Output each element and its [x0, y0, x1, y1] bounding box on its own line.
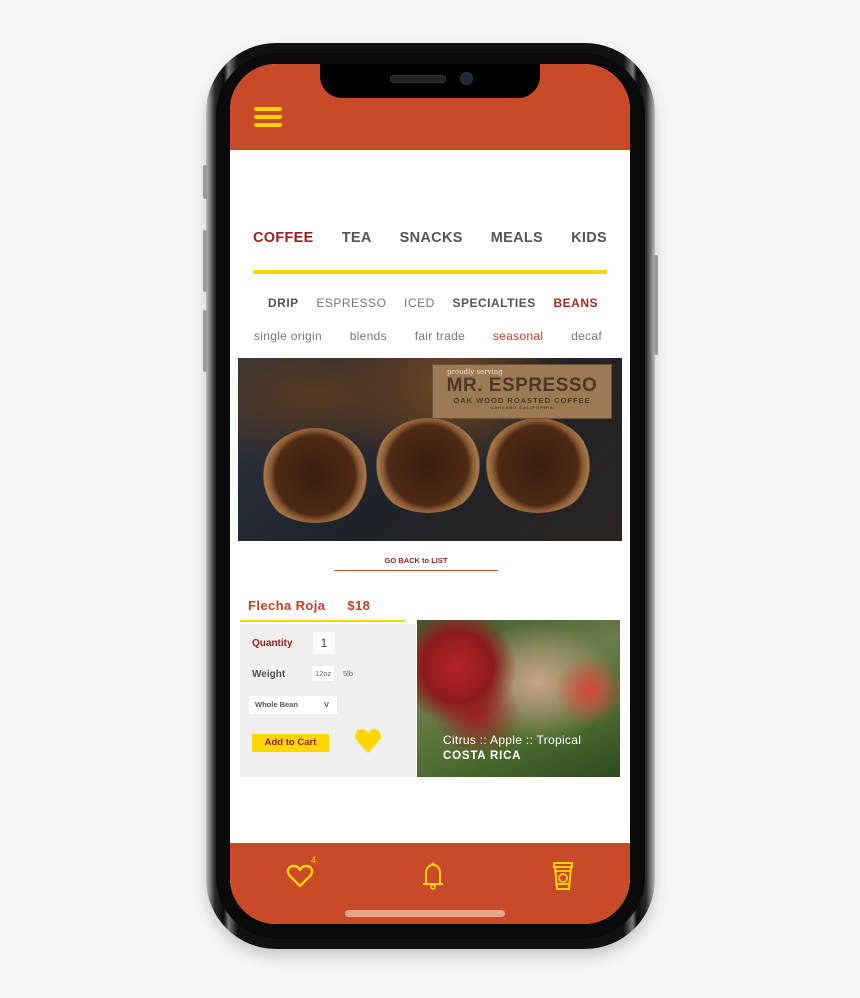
bean-filters: single origin blends fair trade seasonal…	[254, 329, 602, 343]
tasting-notes: Citrus :: Apple :: Tropical	[443, 733, 582, 747]
mute-switch	[203, 165, 207, 199]
product-price: $18	[347, 598, 371, 613]
product-name: Flecha Roja	[248, 598, 326, 613]
heart-filled-icon[interactable]	[354, 728, 382, 754]
sign-subtitle: OAK WOOD ROASTED COFFEE	[453, 396, 591, 405]
filter-blends[interactable]: blends	[350, 329, 387, 343]
weight-option-12oz[interactable]: 12oz	[312, 666, 335, 681]
filter-fair-trade[interactable]: fair trade	[415, 329, 465, 343]
bean-bowl	[260, 428, 370, 523]
subtab-iced[interactable]: ICED	[404, 296, 435, 310]
weight-option-5lb[interactable]: 5lb	[340, 666, 356, 681]
hero-banner-image: proudly serving MR. ESPRESSO OAK WOOD RO…	[238, 358, 622, 541]
origin-country: COSTA RICA	[443, 750, 522, 762]
camera	[460, 72, 473, 85]
hamburger-menu-icon[interactable]	[254, 107, 282, 129]
filter-single-origin[interactable]: single origin	[254, 329, 322, 343]
subtab-drip[interactable]: DRIP	[268, 296, 299, 310]
add-to-cart-button[interactable]: Add to Cart	[252, 734, 329, 752]
chevron-down-icon: V	[323, 700, 329, 709]
grind-selected-value: Whole Bean	[255, 700, 298, 709]
sign-location: OAKLAND CALIFORNIA	[490, 405, 554, 410]
subtab-espresso[interactable]: ESPRESSO	[316, 296, 386, 310]
home-indicator[interactable]	[345, 910, 505, 917]
app-screen: COFFEE TEA SNACKS MEALS KIDS DRIP ESPRES…	[230, 64, 630, 924]
tab-tea[interactable]: TEA	[342, 230, 372, 270]
product-header: Flecha Roja $18	[240, 598, 405, 622]
product-options-panel: Quantity 1 Weight 12oz 5lb Whole Bean V …	[240, 624, 416, 777]
notifications-bell-icon[interactable]	[421, 861, 445, 891]
quantity-input[interactable]: 1	[313, 632, 335, 654]
coffee-cup-icon[interactable]	[552, 861, 574, 891]
mr-espresso-sign: proudly serving MR. ESPRESSO OAK WOOD RO…	[432, 364, 612, 419]
bean-bowl	[373, 418, 483, 513]
main-category-tabs: COFFEE TEA SNACKS MEALS KIDS	[253, 230, 607, 274]
tab-snacks[interactable]: SNACKS	[400, 230, 463, 270]
volume-down-button	[203, 310, 207, 372]
coffee-cherries-photo: Citrus :: Apple :: Tropical COSTA RICA	[417, 620, 620, 777]
notch	[320, 64, 540, 98]
power-button	[654, 255, 658, 355]
speaker	[390, 75, 446, 83]
tab-meals[interactable]: MEALS	[491, 230, 543, 270]
tab-kids[interactable]: KIDS	[571, 230, 607, 270]
quantity-label: Quantity	[252, 638, 293, 649]
weight-label: Weight	[252, 669, 286, 680]
grind-select[interactable]: Whole Bean V	[249, 696, 337, 714]
filter-decaf[interactable]: decaf	[571, 329, 602, 343]
tab-coffee[interactable]: COFFEE	[253, 230, 314, 270]
coffee-subcategory-tabs: DRIP ESPRESSO ICED SPECIALTIES BEANS	[268, 296, 598, 310]
subtab-beans[interactable]: BEANS	[553, 296, 598, 310]
volume-up-button	[203, 230, 207, 292]
favorites-count-badge: 4	[311, 855, 317, 865]
go-back-to-list-link[interactable]: GO BACK to LIST	[334, 556, 498, 571]
bean-bowl	[483, 418, 593, 513]
filter-seasonal[interactable]: seasonal	[493, 329, 543, 343]
bottom-nav-bar: 4	[230, 843, 630, 924]
favorites-heart-icon[interactable]	[286, 863, 314, 889]
sign-title: MR. ESPRESSO	[446, 375, 598, 396]
subtab-specialties[interactable]: SPECIALTIES	[452, 296, 535, 310]
